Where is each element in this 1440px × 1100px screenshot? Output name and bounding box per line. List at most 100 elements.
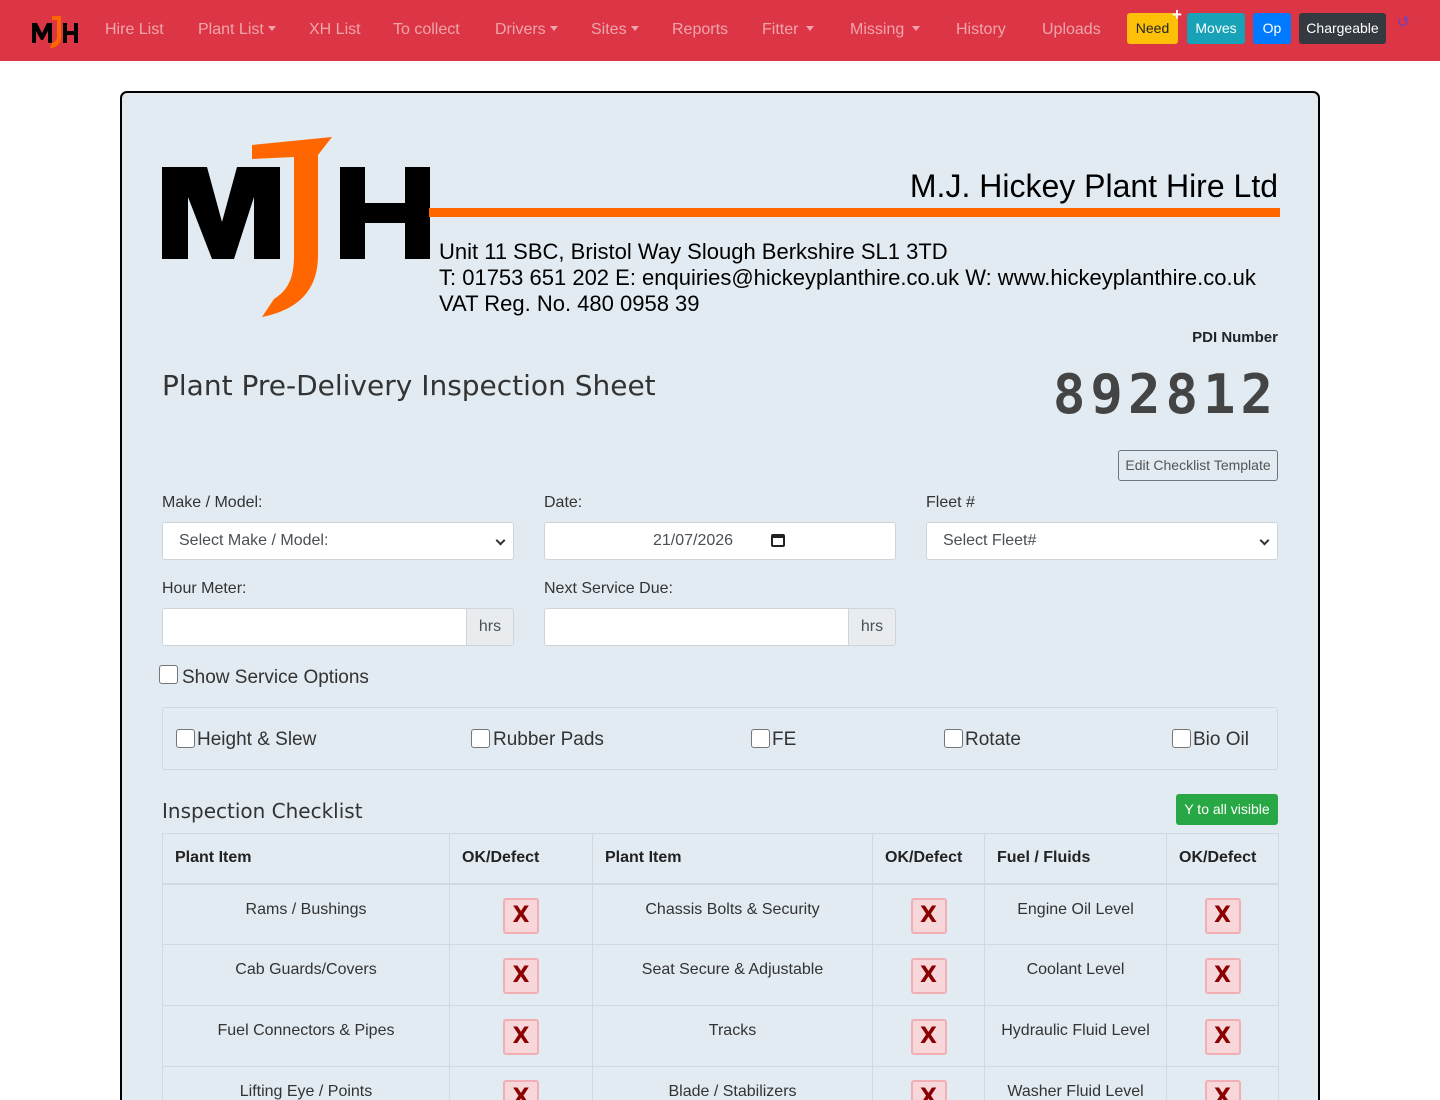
show-service-options-checkbox[interactable] (159, 665, 178, 684)
option-bio-oil-label[interactable]: Bio Oil (1193, 729, 1249, 751)
plant-item-cell: Rams / Bushings (162, 883, 450, 945)
hour-meter-input[interactable] (162, 608, 467, 646)
need-button[interactable]: Need (1127, 13, 1178, 44)
defect-toggle-button[interactable]: X (1204, 1080, 1241, 1100)
calendar-icon[interactable] (771, 534, 785, 547)
defect-toggle-button[interactable]: X (1204, 897, 1241, 934)
col-header-plant-item: Plant Item (592, 833, 873, 885)
option-rubber-pads-checkbox[interactable] (471, 729, 490, 748)
caret-down-icon (549, 26, 558, 31)
brand-logo[interactable] (30, 13, 82, 49)
table-row: Fuel Connectors & Pipes X Tracks X Hydra… (162, 1005, 1279, 1067)
plant-item-cell: Blade / Stabilizers (592, 1066, 873, 1100)
hour-meter-label: Hour Meter: (162, 580, 247, 597)
caret-down-icon (806, 26, 815, 31)
edit-checklist-template-button[interactable]: Edit Checklist Template (1118, 450, 1278, 481)
nav-drivers[interactable]: Drivers (495, 20, 558, 40)
company-vat: VAT Reg. No. 480 0958 39 (439, 291, 700, 316)
table-row: Cab Guards/Covers X Seat Secure & Adjust… (162, 944, 1279, 1006)
fleet-label: Fleet # (926, 494, 975, 511)
plant-item-cell: Fuel Connectors & Pipes (162, 1005, 450, 1067)
top-navbar: Hire List Plant List XH List To collect … (0, 0, 1440, 61)
op-button[interactable]: Op (1253, 13, 1291, 44)
defect-toggle-button[interactable]: X (503, 897, 539, 934)
plant-item-cell: Tracks (592, 1005, 873, 1067)
pdi-sheet-card: M.J. Hickey Plant Hire Ltd Unit 11 SBC, … (120, 91, 1320, 1100)
inspection-checklist-title: Inspection Checklist (162, 799, 363, 823)
company-contact: T: 01753 651 202 E: enquiries@hickeyplan… (439, 265, 1256, 290)
company-address: Unit 11 SBC, Bristol Way Slough Berkshir… (439, 239, 948, 264)
nav-reports[interactable]: Reports (672, 20, 728, 40)
next-service-label: Next Service Due: (544, 580, 673, 597)
option-fe-checkbox[interactable] (751, 729, 770, 748)
next-service-unit: hrs (848, 608, 896, 646)
header-accent-line (429, 208, 1280, 217)
defect-toggle-button[interactable]: X (910, 958, 947, 994)
option-bio-oil-checkbox[interactable] (1172, 729, 1191, 748)
nav-sites[interactable]: Sites (591, 20, 639, 40)
option-rotate-checkbox[interactable] (944, 729, 963, 748)
defect-toggle-button[interactable]: X (910, 1080, 947, 1100)
option-rubber-pads-label[interactable]: Rubber Pads (493, 729, 604, 751)
hour-meter-unit: hrs (466, 608, 514, 646)
history-icon[interactable]: ↺ (1397, 15, 1410, 30)
moves-button[interactable]: Moves (1187, 13, 1245, 44)
defect-toggle-button[interactable]: X (503, 958, 539, 994)
company-name: M.J. Hickey Plant Hire Ltd (909, 168, 1278, 204)
defect-toggle-button[interactable]: X (503, 1080, 539, 1100)
option-height-slew-label[interactable]: Height & Slew (197, 729, 316, 751)
option-fe-label[interactable]: FE (772, 729, 796, 751)
next-service-input[interactable] (544, 608, 849, 646)
nav-plant-list[interactable]: Plant List (198, 20, 276, 40)
fluid-item-cell: Coolant Level (984, 944, 1167, 1006)
date-input[interactable]: 21/07/2026 (544, 522, 896, 560)
nav-uploads[interactable]: Uploads (1042, 20, 1101, 40)
page-title: Plant Pre-Delivery Inspection Sheet (162, 369, 656, 402)
table-row: Rams / Bushings X Chassis Bolts & Securi… (162, 883, 1279, 945)
defect-toggle-button[interactable]: X (910, 897, 947, 934)
pdi-number: 892812 (1052, 363, 1278, 426)
fluid-item-cell: Engine Oil Level (984, 883, 1167, 945)
service-options-panel (162, 707, 1278, 770)
plant-item-cell: Cab Guards/Covers (162, 944, 450, 1006)
option-height-slew-checkbox[interactable] (176, 729, 195, 748)
defect-toggle-button[interactable]: X (503, 1019, 539, 1055)
caret-down-icon (912, 26, 921, 31)
company-logo (162, 137, 430, 317)
chargeable-button[interactable]: Chargeable (1299, 13, 1386, 44)
nav-fitter[interactable]: Fitter (762, 20, 815, 40)
chevron-down-icon (1259, 535, 1270, 546)
col-header-ok-defect: OK/Defect (449, 833, 593, 885)
show-service-options-label[interactable]: Show Service Options (182, 667, 369, 689)
nav-missing[interactable]: Missing (850, 20, 921, 40)
inspection-checklist-table: Plant Item OK/Defect Plant Item OK/Defec… (162, 833, 1279, 1100)
table-row: Lifting Eye / Points X Blade / Stabilize… (162, 1066, 1279, 1100)
caret-down-icon (630, 26, 639, 31)
fluid-item-cell: Hydraulic Fluid Level (984, 1005, 1167, 1067)
make-model-select[interactable]: Select Make / Model: (162, 522, 514, 560)
defect-toggle-button[interactable]: X (1204, 958, 1241, 994)
pdi-number-label: PDI Number (1192, 329, 1278, 346)
yes-to-all-visible-button[interactable]: Y to all visible (1176, 794, 1278, 825)
nav-history[interactable]: History (956, 20, 1006, 40)
option-rotate-label[interactable]: Rotate (965, 729, 1021, 751)
fluid-item-cell: Washer Fluid Level (984, 1066, 1167, 1100)
nav-to-collect[interactable]: To collect (393, 20, 460, 40)
date-label: Date: (544, 494, 583, 511)
col-header-ok-defect: OK/Defect (872, 833, 985, 885)
nav-hire-list[interactable]: Hire List (105, 20, 164, 40)
make-model-label: Make / Model: (162, 494, 263, 511)
table-header-row: Plant Item OK/Defect Plant Item OK/Defec… (162, 833, 1279, 885)
plant-item-cell: Lifting Eye / Points (162, 1066, 450, 1100)
col-header-plant-item: Plant Item (162, 833, 450, 885)
fleet-select[interactable]: Select Fleet# (926, 522, 1278, 560)
col-header-ok-defect: OK/Defect (1166, 833, 1279, 885)
plant-item-cell: Seat Secure & Adjustable (592, 944, 873, 1006)
nav-xh-list[interactable]: XH List (309, 20, 361, 40)
col-header-fuel-fluids: Fuel / Fluids (984, 833, 1167, 885)
defect-toggle-button[interactable]: X (910, 1019, 947, 1055)
chevron-down-icon (495, 535, 506, 546)
defect-toggle-button[interactable]: X (1204, 1019, 1241, 1055)
plant-item-cell: Chassis Bolts & Security (592, 883, 873, 945)
plus-icon[interactable]: + (1172, 6, 1182, 23)
